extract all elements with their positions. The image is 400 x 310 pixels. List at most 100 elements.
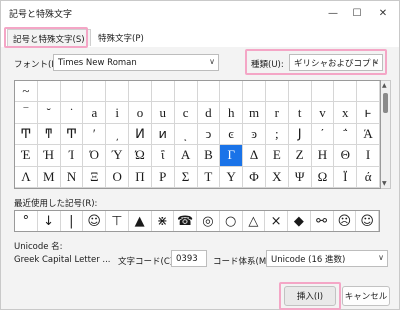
symbol-cell[interactable]: Ε xyxy=(265,145,289,167)
symbol-cell[interactable] xyxy=(60,81,84,103)
symbol-cell[interactable]: v xyxy=(311,102,335,124)
symbol-cell[interactable] xyxy=(334,81,358,103)
recent-symbol-cell[interactable]: × xyxy=(265,211,288,231)
symbol-cell[interactable]: ; xyxy=(265,123,289,146)
close-icon[interactable]: ✕ xyxy=(369,3,397,23)
symbol-cell[interactable]: Ζ xyxy=(288,145,312,167)
symbol-cell[interactable] xyxy=(243,81,266,103)
symbol-cell[interactable]: ͱ xyxy=(357,102,380,124)
symbol-cell[interactable]: Ι xyxy=(357,145,380,167)
symbol-cell[interactable]: Ρ xyxy=(151,166,175,188)
symbol-cell[interactable]: Β xyxy=(197,145,221,167)
symbol-cell[interactable]: Ω xyxy=(311,166,335,188)
symbol-cell[interactable]: ͵ xyxy=(106,123,130,146)
symbol-cell[interactable] xyxy=(37,81,61,103)
symbol-cell[interactable]: Ϊ xyxy=(334,166,358,188)
symbol-cell[interactable]: Έ xyxy=(15,145,38,167)
recent-symbol-cell[interactable]: ☹ xyxy=(334,211,357,231)
symbol-cell[interactable]: i xyxy=(106,102,130,124)
code-system-select[interactable]: Unicode (16 進数) ∨ xyxy=(266,250,388,267)
symbol-cell[interactable]: ͳ xyxy=(37,123,61,146)
symbol-cell[interactable]: t xyxy=(288,102,312,124)
symbol-cell[interactable]: r xyxy=(265,102,289,124)
recent-symbol-cell[interactable]: ⚯ xyxy=(311,211,334,231)
symbol-cell[interactable]: ͺ xyxy=(174,123,198,146)
symbol-cell[interactable]: ͻ xyxy=(197,123,221,146)
symbol-cell[interactable]: Σ xyxy=(174,166,198,188)
symbol-cell[interactable]: Ύ xyxy=(106,145,130,167)
recent-symbol-cell[interactable]: △ xyxy=(243,211,266,231)
symbol-cell[interactable] xyxy=(174,81,198,103)
tab-symbols[interactable]: 記号と特殊文字(S) xyxy=(7,29,91,46)
symbol-cell[interactable] xyxy=(357,81,380,103)
symbol-cell[interactable]: ΐ xyxy=(151,145,175,167)
recent-symbol-cell[interactable]: ☺ xyxy=(356,211,379,231)
symbol-cell[interactable]: ˙ xyxy=(60,102,84,124)
symbol-cell[interactable] xyxy=(220,81,244,103)
symbol-cell[interactable]: o xyxy=(129,102,152,124)
symbol-grid-scrollbar[interactable]: ▲ ▼ xyxy=(381,80,391,189)
symbol-cell[interactable] xyxy=(311,81,335,103)
symbol-cell[interactable]: c xyxy=(174,102,198,124)
symbol-cell[interactable]: Θ xyxy=(334,145,358,167)
recent-symbol-cell[interactable]: ☺ xyxy=(83,211,106,231)
insert-button[interactable]: 挿入(I) xyxy=(284,286,336,306)
symbol-cell[interactable] xyxy=(129,81,152,103)
recent-symbol-cell[interactable]: ◎ xyxy=(197,211,220,231)
symbol-cell[interactable]: Ξ xyxy=(83,166,107,188)
recent-symbol-cell[interactable]: ☎ xyxy=(174,211,197,231)
symbol-cell[interactable]: Δ xyxy=(243,145,266,167)
symbol-cell[interactable]: Π xyxy=(129,166,152,188)
symbol-cell[interactable] xyxy=(106,81,130,103)
symbol-cell[interactable]: ΅ xyxy=(334,123,358,146)
symbol-cell[interactable]: Μ xyxy=(37,166,61,188)
recent-symbol-cell[interactable]: ◆ xyxy=(288,211,311,231)
symbol-cell[interactable]: ͼ xyxy=(220,123,244,146)
symbol-cell[interactable]: Ͳ̄ xyxy=(60,123,84,146)
recent-symbol-cell[interactable]: ⊤ xyxy=(106,211,129,231)
symbol-cell[interactable]: Λ xyxy=(15,166,38,188)
recent-symbol-cell[interactable]: ○ xyxy=(220,211,243,231)
recent-symbol-cell[interactable]: ▲ xyxy=(129,211,152,231)
recent-symbol-cell[interactable]: ° xyxy=(15,211,38,231)
symbol-cell[interactable]: Η xyxy=(311,145,335,167)
font-select[interactable]: Times New Roman ∨ xyxy=(53,54,219,71)
symbol-cell[interactable]: Α xyxy=(174,145,198,167)
symbol-cell[interactable]: Ώ xyxy=(129,145,152,167)
symbol-cell[interactable]: Ψ xyxy=(288,166,312,188)
scroll-thumb[interactable] xyxy=(383,93,388,113)
symbol-cell[interactable] xyxy=(83,81,107,103)
symbol-cell[interactable]: Φ xyxy=(243,166,266,188)
symbol-cell[interactable]: Ͷ xyxy=(129,123,152,146)
symbol-cell[interactable]: a xyxy=(83,102,107,124)
symbol-cell[interactable]: Τ xyxy=(197,166,221,188)
symbol-cell[interactable]: ˘ xyxy=(37,102,61,124)
symbol-cell[interactable]: ~ xyxy=(15,81,38,103)
symbol-cell[interactable]: Ϳ xyxy=(288,123,312,146)
symbol-cell[interactable]: d xyxy=(197,102,221,124)
symbol-cell[interactable]: ‾ xyxy=(15,102,38,124)
recent-symbol-cell[interactable]: ↓ xyxy=(38,211,61,231)
symbol-cell[interactable]: h xyxy=(220,102,244,124)
recent-symbol-cell[interactable]: | xyxy=(61,211,84,231)
symbol-cell[interactable] xyxy=(288,81,312,103)
recent-symbol-cell[interactable]: ⋇ xyxy=(152,211,175,231)
char-code-input[interactable]: 0393 xyxy=(171,250,207,267)
symbol-cell[interactable]: ά xyxy=(357,166,380,188)
symbol-cell[interactable]: Ν xyxy=(60,166,84,188)
symbol-cell[interactable]: Χ xyxy=(265,166,289,188)
symbol-cell[interactable]: ͽ xyxy=(243,123,266,146)
symbol-cell[interactable]: Υ xyxy=(220,166,244,188)
symbol-cell[interactable] xyxy=(197,81,221,103)
symbol-cell[interactable]: Ο xyxy=(106,166,130,188)
symbol-cell[interactable]: ʹ xyxy=(83,123,107,146)
symbol-cell[interactable]: Ͳ xyxy=(15,123,38,146)
symbol-cell[interactable]: Ή xyxy=(37,145,61,167)
scroll-up-icon[interactable]: ▲ xyxy=(382,82,387,89)
symbol-cell[interactable]: ΄ xyxy=(311,123,335,146)
symbol-cell[interactable]: Ά xyxy=(357,123,380,146)
tab-special-characters[interactable]: 特殊文字(P) xyxy=(93,29,149,46)
symbol-cell[interactable] xyxy=(151,81,175,103)
symbol-cell[interactable]: x xyxy=(334,102,358,124)
subset-select[interactable]: ギリシャおよびコプト ∨ xyxy=(289,54,383,71)
